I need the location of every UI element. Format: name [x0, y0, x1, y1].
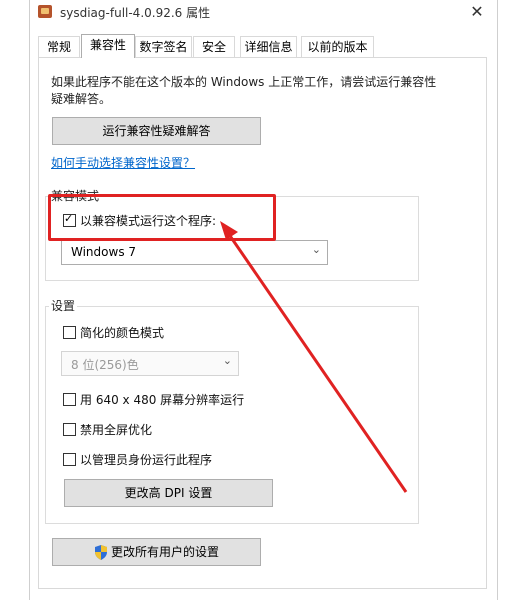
- annotation-arrow-icon: [220, 221, 408, 493]
- tab-compatibility[interactable]: 兼容性: [81, 34, 135, 58]
